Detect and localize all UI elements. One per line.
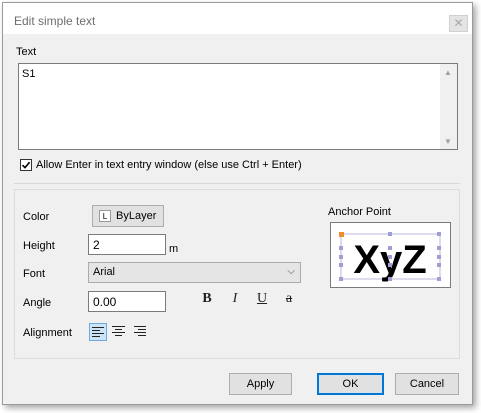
italic-button[interactable]: I — [227, 291, 243, 307]
font-select-value: Arial — [93, 266, 116, 278]
strikethrough-button[interactable]: a — [281, 291, 297, 307]
anchor-handle[interactable] — [388, 255, 392, 259]
anchor-handle[interactable] — [437, 255, 441, 259]
underline-button[interactable]: U — [254, 291, 270, 307]
cancel-button[interactable]: Cancel — [395, 373, 459, 395]
bold-button[interactable]: B — [199, 291, 215, 307]
apply-button[interactable]: Apply — [229, 373, 292, 395]
anchor-handle[interactable] — [339, 263, 343, 267]
angle-input[interactable] — [88, 291, 166, 312]
separator — [14, 183, 460, 184]
align-center-button[interactable] — [110, 323, 128, 341]
height-input[interactable] — [88, 234, 166, 255]
font-label: Font — [23, 268, 46, 280]
anchor-handle[interactable] — [388, 277, 392, 281]
text-input[interactable]: S1 ▲ ▼ — [18, 63, 458, 150]
anchor-handle[interactable] — [339, 246, 343, 250]
anchor-point-label: Anchor Point — [328, 206, 391, 218]
color-label: Color — [23, 211, 50, 223]
color-button-label: ByLayer — [116, 210, 157, 222]
anchor-point-preview[interactable]: XyZ — [330, 222, 451, 288]
anchor-handle[interactable] — [339, 255, 343, 259]
close-icon[interactable]: ✕ — [449, 15, 468, 32]
layer-icon: L — [99, 210, 111, 222]
scroll-up-icon[interactable]: ▲ — [444, 68, 452, 77]
height-unit: m — [169, 243, 179, 255]
align-right-button[interactable] — [131, 323, 149, 341]
edit-simple-text-dialog: Edit simple text ✕ Text S1 ▲ ▼ Allow Ent… — [2, 2, 473, 405]
anchor-handle[interactable] — [388, 246, 392, 250]
color-button[interactable]: L ByLayer — [92, 205, 164, 227]
anchor-preview-graphic: XyZ — [339, 232, 441, 282]
height-label: Height — [23, 240, 55, 252]
title-bar: Edit simple text ✕ — [3, 3, 472, 34]
scroll-down-icon[interactable]: ▼ — [444, 137, 452, 146]
font-select[interactable]: Arial ⌵ — [88, 262, 301, 283]
anchor-handle[interactable] — [388, 232, 392, 236]
text-label: Text — [16, 46, 37, 58]
anchor-handle[interactable] — [339, 277, 343, 281]
anchor-preview-text: XyZ — [353, 238, 426, 282]
allow-enter-label: Allow Enter in text entry window (else u… — [36, 159, 302, 171]
text-input-value: S1 — [22, 68, 36, 80]
anchor-handle[interactable] — [437, 246, 441, 250]
chevron-down-icon: ⌵ — [287, 266, 295, 277]
anchor-handle[interactable] — [437, 263, 441, 267]
allow-enter-checkbox[interactable] — [20, 159, 32, 171]
anchor-handle[interactable] — [437, 232, 441, 236]
alignment-label: Alignment — [23, 327, 72, 339]
ok-button[interactable]: OK — [317, 373, 384, 395]
angle-label: Angle — [23, 297, 52, 309]
text-scrollbar[interactable]: ▲ ▼ — [440, 64, 457, 149]
checkmark-icon — [21, 161, 31, 169]
align-left-button[interactable] — [89, 323, 107, 341]
anchor-handle-selected[interactable] — [339, 232, 344, 237]
anchor-handle[interactable] — [437, 277, 441, 281]
anchor-handle[interactable] — [388, 263, 392, 267]
window-title: Edit simple text — [14, 14, 96, 28]
